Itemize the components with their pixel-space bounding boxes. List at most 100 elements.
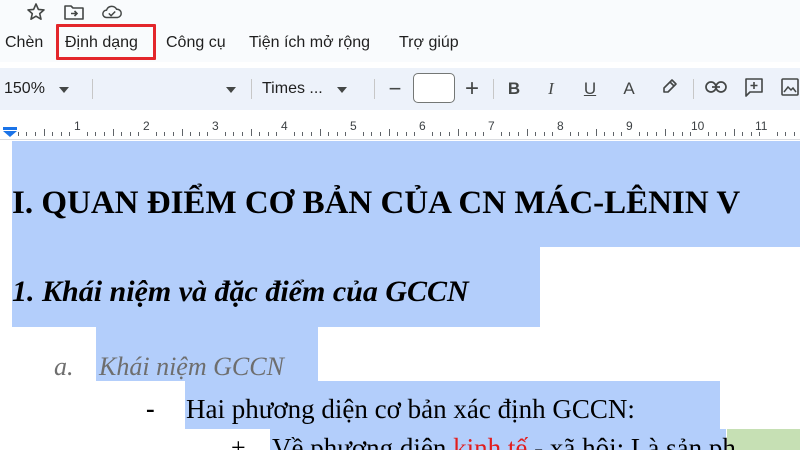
ruler-tick: [242, 132, 243, 136]
ruler-tick: [371, 132, 372, 136]
zoom-select[interactable]: 150%: [4, 74, 82, 104]
left-indent-marker-icon[interactable]: [3, 124, 17, 137]
ruler-tick: [121, 132, 122, 136]
ruler-number: 6: [419, 119, 426, 133]
ruler-tick: [87, 132, 88, 136]
ruler-tick: [199, 132, 200, 136]
menu-tools[interactable]: Công cụ: [166, 31, 226, 55]
ruler-tick: [759, 132, 760, 136]
ruler-tick: [18, 132, 19, 136]
add-comment-button[interactable]: [741, 74, 767, 104]
ruler-number: 4: [281, 119, 288, 133]
ruler-tick: [483, 132, 484, 136]
ruler-tick: [734, 129, 735, 136]
ruler-tick: [35, 132, 36, 136]
ruler-tick: [268, 132, 269, 136]
decrease-font-size-button[interactable]: −: [382, 74, 408, 104]
ruler-tick: [233, 132, 234, 136]
font-select[interactable]: Times ...: [262, 74, 366, 104]
ruler-tick: [708, 132, 709, 136]
ruler-tick: [251, 129, 252, 136]
cloud-saved-icon[interactable]: [101, 2, 123, 22]
move-to-folder-icon[interactable]: [63, 2, 85, 22]
ruler-number: 9: [626, 119, 633, 133]
ruler-tick: [276, 132, 277, 136]
ruler-tick: [690, 132, 691, 136]
ruler-tick: [475, 132, 476, 136]
title-icon-strip: [0, 0, 800, 24]
chevron-down-icon: [58, 80, 69, 98]
ruler-tick: [328, 132, 329, 136]
ruler-tick: [104, 132, 105, 136]
increase-font-size-button[interactable]: +: [459, 74, 485, 104]
link-icon: [705, 80, 727, 98]
ruler-tick: [156, 132, 157, 136]
font-name: Times ...: [262, 80, 323, 97]
ruler-tick: [458, 129, 459, 136]
subheading: Khái niệm GCCN: [99, 352, 284, 381]
menu-help[interactable]: Trợ giúp: [399, 31, 459, 55]
ruler-tick: [113, 129, 114, 136]
insert-link-button[interactable]: [703, 74, 729, 104]
highlight-color-button[interactable]: [657, 74, 681, 104]
ruler-number: 5: [350, 119, 357, 133]
ruler-tick: [26, 132, 27, 136]
menu-format[interactable]: Định dạng: [65, 31, 138, 55]
ruler-tick: [570, 132, 571, 136]
ruler-tick: [742, 132, 743, 136]
insert-image-button[interactable]: [778, 74, 800, 104]
toolbar-divider: [251, 79, 252, 99]
ruler-tick: [518, 132, 519, 136]
heading-2: 1. Khái niệm và đặc điểm của GCCN: [12, 275, 469, 308]
text-color-icon: A: [623, 79, 635, 98]
ruler-tick: [604, 132, 605, 136]
ruler-tick: [302, 132, 303, 136]
ruler-number: 11: [755, 119, 768, 133]
italic-button[interactable]: I: [539, 74, 563, 104]
ruler-tick: [225, 132, 226, 136]
ruler-tick: [665, 129, 666, 136]
ruler-tick: [751, 132, 752, 136]
menu-extensions[interactable]: Tiện ích mở rộng: [249, 31, 370, 55]
ruler-tick: [294, 132, 295, 136]
ruler-tick: [389, 129, 390, 136]
ruler-tick: [320, 129, 321, 136]
ruler-tick: [182, 129, 183, 136]
text-color-button[interactable]: A: [617, 74, 641, 104]
highlighter-pen-icon: [660, 78, 678, 101]
underline-button[interactable]: U: [578, 74, 602, 104]
ruler-tick: [380, 132, 381, 136]
ruler-tick: [138, 132, 139, 136]
chevron-down-icon: [336, 80, 347, 98]
ruler-number: 1: [74, 119, 81, 133]
font-size-input[interactable]: [413, 73, 455, 103]
toolbar-divider: [493, 79, 494, 99]
bold-icon: B: [507, 79, 521, 98]
style-select[interactable]: [96, 74, 244, 104]
green-highlight: [727, 429, 800, 450]
ruler-number: 3: [212, 119, 219, 133]
ruler-tick: [639, 132, 640, 136]
ruler-number: 8: [557, 119, 564, 133]
menu-insert[interactable]: Chèn: [5, 31, 43, 55]
ruler-tick: [207, 132, 208, 136]
horizontal-ruler: 1 2 3 4 5 6 7 8 9 10 11: [0, 116, 800, 140]
underline-icon: U: [583, 79, 597, 98]
chevron-down-icon: [226, 80, 236, 98]
bullet-text: Hai phương diện cơ bản xác định GCCN:: [186, 394, 635, 424]
ruler-tick: [501, 132, 502, 136]
bold-button[interactable]: B: [502, 74, 526, 104]
ruler-tick: [794, 132, 795, 136]
ruler-tick: [363, 132, 364, 136]
ruler-tick: [440, 132, 441, 136]
ruler-tick: [785, 132, 786, 136]
zoom-value: 150%: [4, 80, 45, 97]
document-page[interactable]: I. QUAN ĐIỂM CƠ BẢN CỦA CN MÁC-LÊNIN V 1…: [0, 141, 800, 450]
ruler-tick: [44, 129, 45, 136]
ruler-tick: [578, 132, 579, 136]
ruler-tick: [656, 132, 657, 136]
ruler-tick: [164, 132, 165, 136]
ruler-tick: [544, 132, 545, 136]
line5-part2: - xã hội: Là sản ph: [527, 433, 736, 450]
star-icon[interactable]: [25, 2, 47, 22]
